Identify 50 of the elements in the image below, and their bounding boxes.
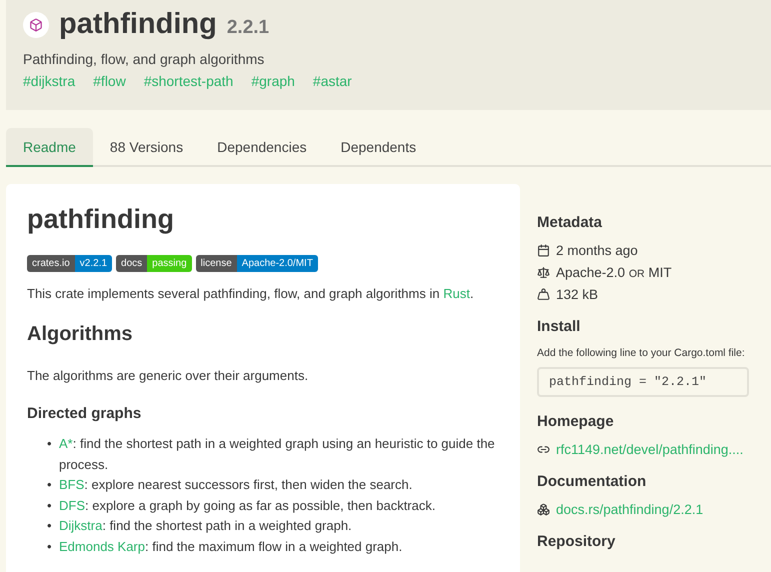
metadata-heading: Metadata	[537, 214, 604, 231]
intro-paragraph: This crate implements several pathfinding, flow, and graph algorithms in Rust.	[27, 286, 475, 301]
subsection-heading: Directed graphs	[27, 405, 142, 422]
documentation-link[interactable]: docs.rs/pathfinding/2.2.1	[556, 502, 704, 517]
algorithm-link[interactable]: A*	[59, 436, 73, 451]
crate-name: pathfinding	[59, 8, 217, 41]
documentation-heading: Documentation	[537, 473, 648, 490]
homepage-heading: Homepage	[537, 413, 615, 430]
size-text: 132 kB	[556, 287, 598, 302]
keyword-link[interactable]: #astar	[312, 73, 352, 89]
repository-heading: Repository	[537, 533, 616, 550]
list-item: Edmonds Karp: find the maximum flow in a weighted graph.	[59, 538, 404, 556]
bullet: •	[47, 496, 53, 514]
list-item: BFS: explore nearest successors first, then widen the search.	[59, 476, 414, 494]
rust-link[interactable]: Rust	[443, 286, 470, 301]
keyword-link[interactable]: #shortest-path	[144, 73, 234, 89]
license-text: Apache-2.0 OR MIT	[556, 265, 672, 280]
list-item: Dijkstra: find the shortest path in a weighted graph.	[59, 517, 353, 535]
keyword-link[interactable]: #dijkstra	[23, 73, 76, 89]
algorithm-link[interactable]: Edmonds Karp	[59, 538, 145, 554]
list-item: DFS: explore a graph by going as far as possible, then backtrack.	[59, 496, 436, 515]
calendar-icon	[537, 244, 550, 257]
keyword-link[interactable]: #flow	[93, 73, 126, 89]
section-heading: Algorithms	[27, 323, 134, 346]
install-hint: Add the following line to your Cargo.toml file:	[537, 347, 746, 359]
tab[interactable]: Dependencies	[200, 128, 324, 167]
algorithm-link[interactable]: Dijkstra	[59, 518, 102, 533]
bullet: •	[47, 476, 53, 494]
algorithm-link[interactable]: DFS	[59, 498, 85, 512]
crate-description: Pathfinding, flow, and graph algorithms	[23, 51, 266, 67]
paragraph: The algorithms are generic over their arguments.	[27, 368, 310, 383]
bullet: •	[47, 538, 53, 556]
bullet: •	[47, 435, 53, 453]
readme-title: pathfinding	[27, 204, 175, 235]
tab[interactable]: 88 Versions	[92, 128, 200, 167]
install-heading: Install	[537, 318, 582, 335]
tab[interactable]: Dependents	[324, 128, 434, 167]
algorithm-link[interactable]: BFS	[59, 477, 84, 492]
boxes-icon	[537, 503, 550, 516]
weight-icon	[537, 288, 550, 301]
bullet: •	[47, 517, 53, 535]
scale-icon	[537, 266, 550, 279]
crate-version: 2.2.1	[226, 16, 270, 38]
updated-text: 2 months ago	[556, 243, 638, 258]
cube-icon	[23, 12, 49, 38]
keyword-link[interactable]: #graph	[251, 73, 295, 89]
tab[interactable]: Readme	[6, 128, 93, 167]
list-item: A*: find the shortest path in a weighted graph using an heuristic to guide the process.	[59, 435, 496, 474]
install-code[interactable]: pathfinding = "2.2.1"	[537, 367, 749, 397]
homepage-link[interactable]: rfc1149.net/devel/pathfinding....	[556, 442, 744, 457]
